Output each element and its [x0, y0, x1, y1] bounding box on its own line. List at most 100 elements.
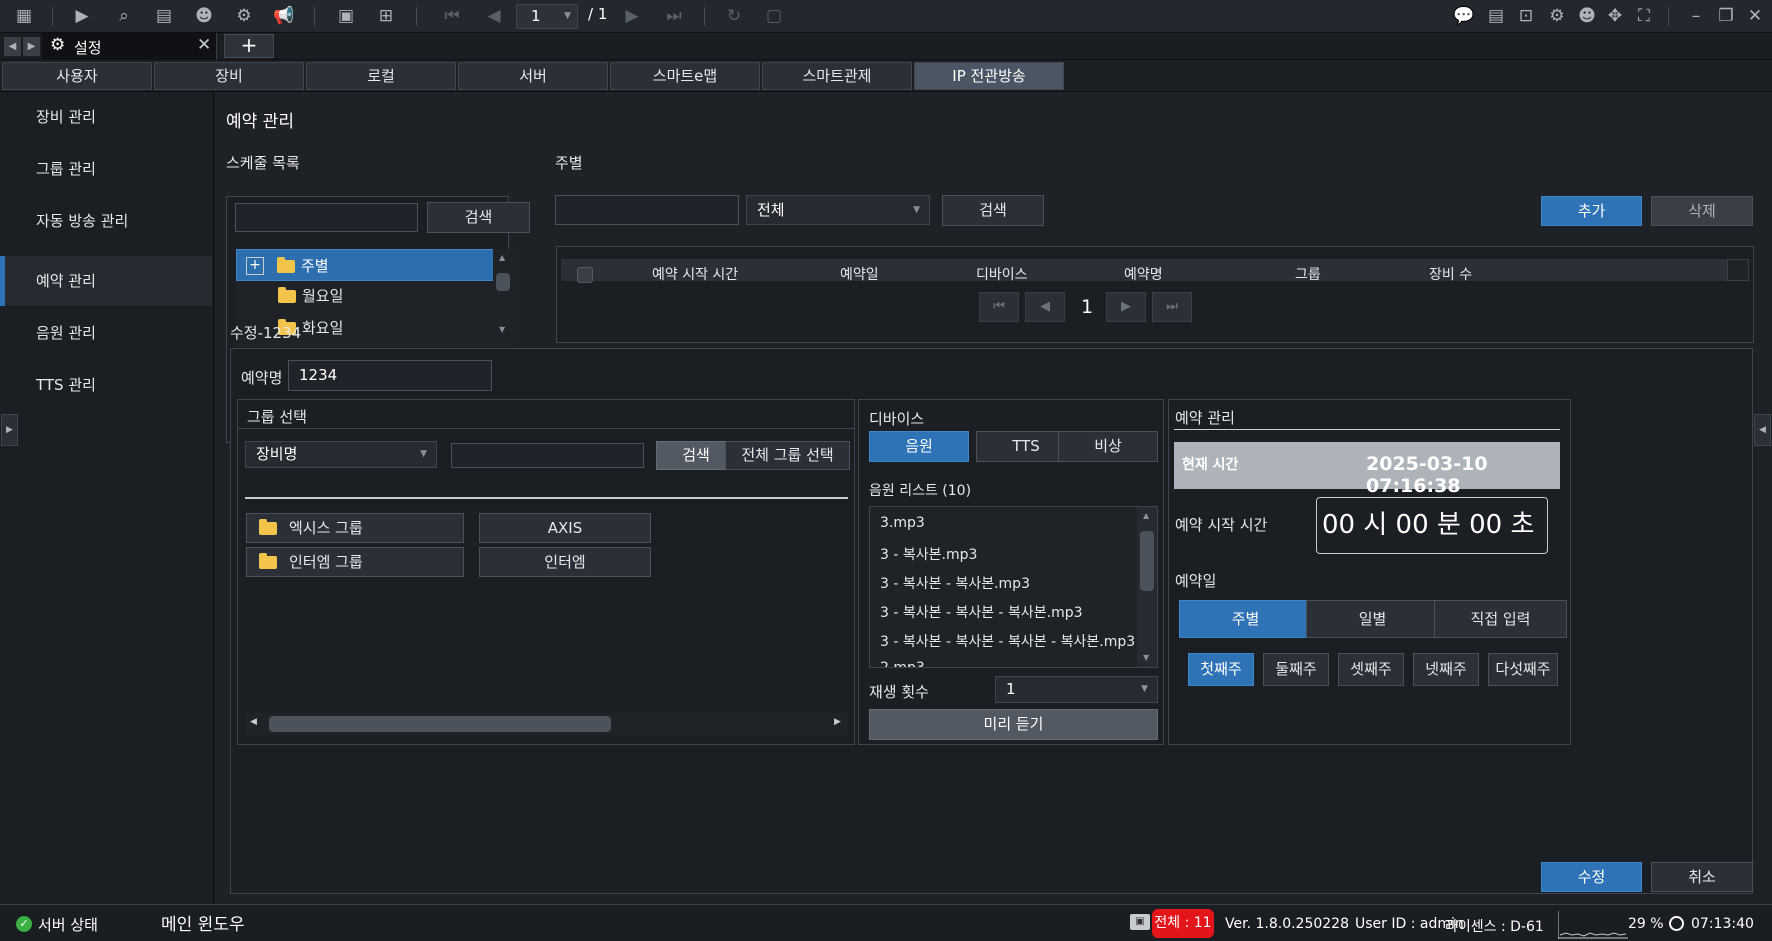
layout-icon[interactable]: ▤ [152, 5, 176, 27]
schedule-search-button[interactable]: 검색 [427, 202, 530, 233]
audio-list-scrollbar[interactable]: ▲ ▼ [1137, 507, 1157, 667]
scroll-left-icon[interactable]: ◀ [250, 717, 257, 727]
monitor-split-icon[interactable]: ▣ [334, 5, 358, 27]
day-mode-weekly-button[interactable]: 주별 [1179, 600, 1312, 638]
tab-settings[interactable]: ⚙ 설정 ✕ [42, 33, 217, 60]
column-header[interactable]: 예약 시작 시간 [652, 264, 738, 284]
video-search-icon[interactable]: ⌕ [112, 5, 136, 27]
column-header[interactable]: 디바이스 [976, 264, 1028, 284]
user-icon[interactable]: ☻ [1575, 5, 1599, 27]
play-icon[interactable]: ▶ [70, 5, 94, 27]
reservation-name-input[interactable]: 1234 [288, 360, 492, 391]
next-page-icon[interactable]: ▶ [620, 5, 644, 27]
alarm-total-badge[interactable]: 전체 : 11 [1152, 909, 1214, 938]
message-icon[interactable]: ▤ [1484, 5, 1508, 27]
next-page-button[interactable]: ▶ [1106, 292, 1146, 322]
week-1-button[interactable]: 첫째주 [1188, 653, 1254, 686]
schedule-search-input[interactable] [235, 203, 418, 232]
second-value[interactable]: 00 [1469, 510, 1502, 540]
main-window[interactable]: 메인 윈도우 [161, 910, 245, 935]
add-tab-button[interactable]: + [224, 34, 274, 58]
tree-item-weekly[interactable]: + 주별 [236, 249, 511, 281]
restore-icon[interactable]: ❐ [1714, 5, 1738, 27]
tab-left-arrow-icon[interactable]: ◀ [4, 37, 21, 56]
lock-icon[interactable]: ⊡ [1514, 5, 1538, 27]
list-item[interactable]: 3.mp3 [880, 515, 925, 531]
group-search-input[interactable] [451, 443, 644, 468]
add-button[interactable]: 추가 [1541, 196, 1642, 226]
select-all-checkbox[interactable] [577, 267, 593, 283]
prev-page-icon[interactable]: ◀ [482, 5, 506, 27]
bicycle-icon[interactable]: ⚙ [232, 5, 256, 27]
device-emergency-button[interactable]: 비상 [1058, 431, 1158, 462]
tree-scrollbar[interactable]: ▲ ▼ [493, 249, 513, 339]
tab-smart-control[interactable]: 스마트관제 [762, 62, 912, 90]
last-page-icon[interactable]: ⏭ [662, 5, 686, 27]
column-header[interactable]: 예약일 [840, 264, 879, 284]
weekly-search-button[interactable]: 검색 [942, 195, 1044, 226]
sidebar-item-tts[interactable]: TTS 관리 [0, 360, 212, 410]
scroll-thumb[interactable] [269, 716, 611, 732]
tree-item-monday[interactable]: 월요일 [278, 285, 343, 306]
select-all-groups-button[interactable]: 전체 그룹 선택 [725, 441, 850, 470]
start-time-picker[interactable]: 00 시 00 분 00 초 [1316, 497, 1548, 554]
scroll-down-icon[interactable]: ▼ [1143, 653, 1149, 662]
week-5-button[interactable]: 다섯째주 [1488, 653, 1558, 686]
expand-icon[interactable]: + [246, 257, 264, 275]
list-item[interactable]: 3 - 복사본 - 복사본 - 복사본 - 복사본.mp3 [880, 631, 1135, 651]
delete-button[interactable]: 삭제 [1651, 196, 1753, 226]
chat-icon[interactable]: 💬 [1452, 5, 1476, 27]
close-icon[interactable]: ✕ [1743, 5, 1767, 27]
repeat-count-select[interactable]: 1 ▼ [995, 676, 1158, 703]
scroll-thumb[interactable] [496, 273, 510, 291]
sidebar-item-auto-broadcast[interactable]: 자동 방송 관리 [0, 196, 212, 246]
list-item[interactable]: 2.mp3 [880, 660, 925, 667]
hour-value[interactable]: 00 [1322, 510, 1355, 540]
calendar-icon[interactable]: ▢ [762, 5, 786, 27]
scroll-thumb[interactable] [1140, 531, 1154, 591]
sidebar-collapse-icon[interactable]: ▶ [1, 414, 18, 446]
group-device-interm[interactable]: 인터엠 [479, 547, 651, 577]
tab-right-arrow-icon[interactable]: ▶ [23, 37, 40, 56]
server-status[interactable]: 서버 상태 [38, 914, 98, 935]
table-scrollbar[interactable] [1727, 259, 1749, 281]
right-panel-toggle-icon[interactable]: ◀ [1754, 414, 1771, 446]
scroll-down-icon[interactable]: ▼ [499, 325, 505, 334]
tab-server[interactable]: 서버 [458, 62, 608, 90]
day-mode-manual-button[interactable]: 직접 입력 [1434, 600, 1567, 638]
group-item-interm[interactable]: 인터엠 그룹 [246, 547, 464, 577]
fullscreen-icon[interactable]: ⛶ [1632, 5, 1656, 27]
first-page-button[interactable]: ⏮ [979, 292, 1019, 322]
sidebar-item-audio[interactable]: 음원 관리 [0, 308, 212, 358]
monitor-add-icon[interactable]: ⊞ [374, 5, 398, 27]
cancel-button[interactable]: 취소 [1651, 862, 1753, 892]
user-search-icon[interactable]: ☻ [192, 5, 216, 27]
device-audio-button[interactable]: 음원 [869, 431, 969, 462]
tab-user[interactable]: 사용자 [2, 62, 152, 90]
alarm-device-icon[interactable]: ▣ [1130, 914, 1150, 930]
gear-icon[interactable]: ⚙ [1545, 5, 1569, 27]
preview-button[interactable]: 미리 듣기 [869, 709, 1158, 740]
sidebar-item-group[interactable]: 그룹 관리 [0, 144, 212, 194]
scroll-right-icon[interactable]: ▶ [834, 717, 841, 727]
list-item[interactable]: 3 - 복사본.mp3 [880, 544, 977, 564]
group-field-select[interactable]: 장비명 ▼ [245, 441, 437, 468]
tab-local[interactable]: 로컬 [306, 62, 456, 90]
broadcast-icon[interactable]: 📢 [272, 5, 296, 27]
column-header[interactable]: 장비 수 [1429, 264, 1472, 284]
day-mode-daily-button[interactable]: 일별 [1306, 600, 1439, 638]
group-item-axis[interactable]: 엑시스 그룹 [246, 513, 464, 543]
group-search-button[interactable]: 검색 [656, 441, 736, 470]
week-4-button[interactable]: 넷째주 [1413, 653, 1479, 686]
save-button[interactable]: 수정 [1541, 862, 1642, 892]
scroll-up-icon[interactable]: ▲ [1143, 511, 1149, 520]
sidebar-item-device[interactable]: 장비 관리 [0, 92, 212, 142]
grid-menu-icon[interactable]: ▦ [12, 5, 36, 27]
week-3-button[interactable]: 셋째주 [1338, 653, 1404, 686]
weekly-filter-select[interactable]: 전체 ▼ [746, 195, 930, 225]
prev-page-button[interactable]: ◀ [1025, 292, 1065, 322]
tab-ip-broadcast[interactable]: IP 전관방송 [914, 62, 1064, 90]
page-number-input[interactable]: 1 ▼ [516, 4, 578, 29]
list-item[interactable]: 3 - 복사본 - 복사본.mp3 [880, 573, 1030, 593]
group-device-axis[interactable]: AXIS [479, 513, 651, 543]
